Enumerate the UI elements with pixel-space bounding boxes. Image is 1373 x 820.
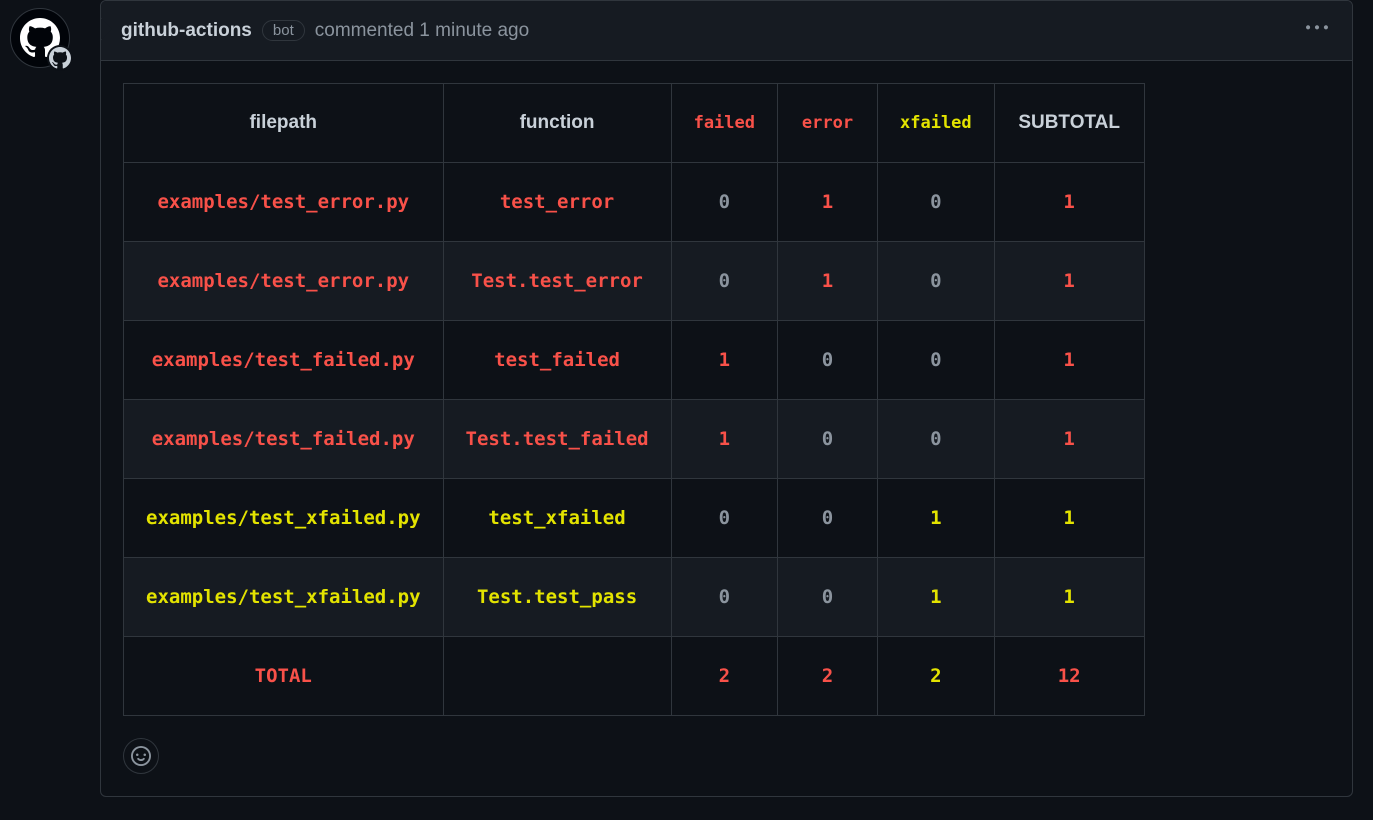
cell-filepath: examples/test_error.py — [124, 242, 444, 321]
cell-xfailed: 0 — [878, 321, 995, 400]
cell-function: test_error — [443, 163, 671, 242]
test-results-table: filepath function failed error xfailed S… — [123, 83, 1145, 716]
cell-total-failed: 2 — [671, 637, 777, 716]
cell-total-label: TOTAL — [124, 637, 444, 716]
cell-error: 1 — [778, 242, 878, 321]
cell-error: 0 — [778, 321, 878, 400]
th-subtotal: SUBTOTAL — [994, 84, 1144, 163]
kebab-horizontal-icon — [1306, 17, 1328, 39]
th-function: function — [443, 84, 671, 163]
cell-total-subtotal: 12 — [994, 637, 1144, 716]
table-header-row: filepath function failed error xfailed S… — [124, 84, 1145, 163]
cell-filepath: examples/test_failed.py — [124, 400, 444, 479]
table-row: examples/test_failed.py Test.test_failed… — [124, 400, 1145, 479]
smiley-icon — [131, 746, 151, 766]
cell-failed: 0 — [671, 242, 777, 321]
cell-xfailed: 0 — [878, 163, 995, 242]
comment-box: github-actions bot commented 1 minute ag… — [100, 0, 1353, 797]
cell-subtotal: 1 — [994, 242, 1144, 321]
table-row: examples/test_error.py test_error 0 1 0 … — [124, 163, 1145, 242]
add-reaction-button[interactable] — [123, 738, 159, 774]
th-xfailed: xfailed — [878, 84, 995, 163]
comment-header: github-actions bot commented 1 minute ag… — [101, 1, 1352, 61]
cell-function: test_failed — [443, 321, 671, 400]
cell-function: Test.test_pass — [443, 558, 671, 637]
cell-xfailed: 0 — [878, 242, 995, 321]
th-error: error — [778, 84, 878, 163]
cell-error: 0 — [778, 479, 878, 558]
cell-failed: 1 — [671, 400, 777, 479]
comment-timestamp[interactable]: commented 1 minute ago — [315, 20, 529, 42]
cell-error: 0 — [778, 558, 878, 637]
cell-subtotal: 1 — [994, 558, 1144, 637]
cell-failed: 0 — [671, 558, 777, 637]
cell-subtotal: 1 — [994, 400, 1144, 479]
avatar[interactable] — [10, 8, 70, 68]
table-total-row: TOTAL 2 2 2 12 — [124, 637, 1145, 716]
cell-xfailed: 1 — [878, 479, 995, 558]
cell-total-function — [443, 637, 671, 716]
comment-author[interactable]: github-actions — [121, 20, 252, 42]
comment-actions-menu[interactable] — [1302, 13, 1332, 48]
cell-function: test_xfailed — [443, 479, 671, 558]
cell-function: Test.test_failed — [443, 400, 671, 479]
table-row: examples/test_error.py Test.test_error 0… — [124, 242, 1145, 321]
cell-filepath: examples/test_failed.py — [124, 321, 444, 400]
cell-failed: 1 — [671, 321, 777, 400]
cell-xfailed: 1 — [878, 558, 995, 637]
cell-function: Test.test_error — [443, 242, 671, 321]
cell-failed: 0 — [671, 163, 777, 242]
table-row: examples/test_xfailed.py test_xfailed 0 … — [124, 479, 1145, 558]
table-row: examples/test_failed.py test_failed 1 0 … — [124, 321, 1145, 400]
cell-xfailed: 0 — [878, 400, 995, 479]
bot-label: bot — [262, 20, 305, 41]
cell-filepath: examples/test_error.py — [124, 163, 444, 242]
bot-badge-icon — [47, 45, 73, 71]
th-filepath: filepath — [124, 84, 444, 163]
cell-subtotal: 1 — [994, 321, 1144, 400]
cell-subtotal: 1 — [994, 479, 1144, 558]
table-row: examples/test_xfailed.py Test.test_pass … — [124, 558, 1145, 637]
th-failed: failed — [671, 84, 777, 163]
cell-filepath: examples/test_xfailed.py — [124, 558, 444, 637]
cell-filepath: examples/test_xfailed.py — [124, 479, 444, 558]
cell-total-xfailed: 2 — [878, 637, 995, 716]
comment-footer — [101, 738, 1352, 796]
cell-failed: 0 — [671, 479, 777, 558]
comment-timeline-item: github-actions bot commented 1 minute ag… — [0, 0, 1373, 797]
cell-error: 1 — [778, 163, 878, 242]
cell-total-error: 2 — [778, 637, 878, 716]
cell-error: 0 — [778, 400, 878, 479]
avatar-wrap — [0, 0, 100, 797]
cell-subtotal: 1 — [994, 163, 1144, 242]
comment-body: filepath function failed error xfailed S… — [101, 61, 1352, 738]
